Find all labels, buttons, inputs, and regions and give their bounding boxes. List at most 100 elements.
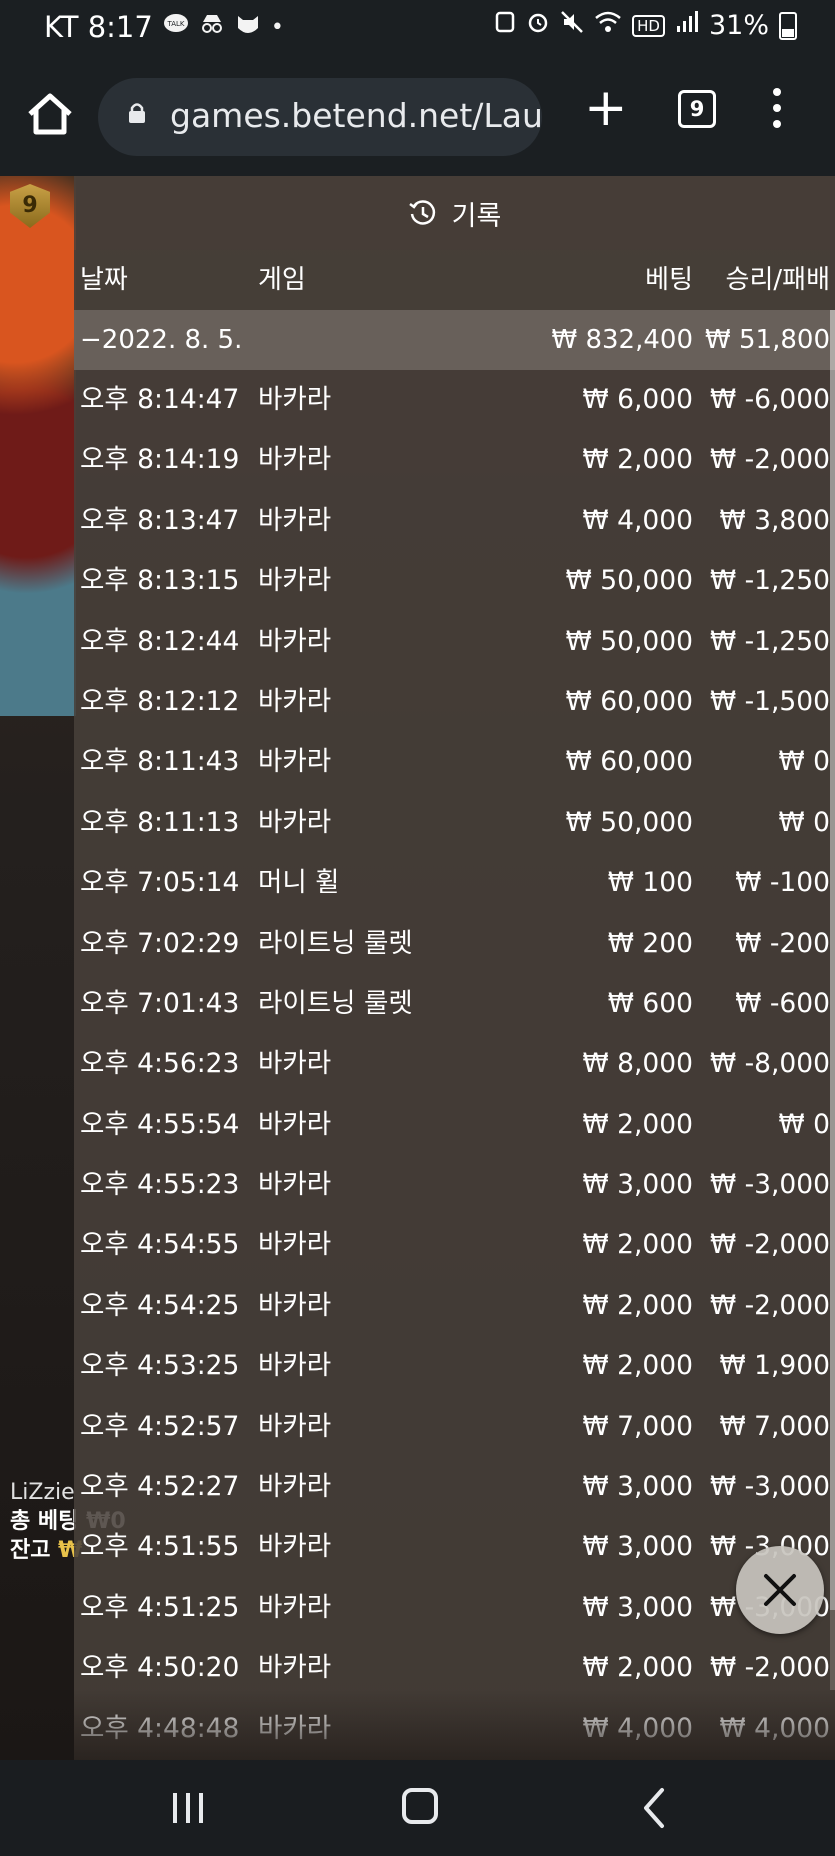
group-total-winloss: ₩ 51,800: [705, 325, 830, 355]
talk-icon-label: TALK: [166, 20, 184, 28]
more-menu-button[interactable]: [770, 88, 784, 132]
alarm-icon: [526, 10, 550, 41]
row-result: ₩ -3,000: [709, 1169, 830, 1201]
status-left: KT 8:17 TALK •: [44, 10, 284, 44]
row-bet: ₩ 2,000: [582, 1229, 694, 1261]
history-row[interactable]: 오후 7:05:14 머니 휠 ₩ 100 ₩ -100: [74, 853, 835, 913]
total-bet-label: 총 베팅: [10, 1509, 79, 1534]
history-row[interactable]: 오후 4:53:25 바카라 ₩ 2,000 ₩ 1,900: [74, 1336, 835, 1396]
history-row[interactable]: 오후 8:12:12 바카라 ₩ 60,000 ₩ -1,500: [74, 672, 835, 732]
close-button[interactable]: [736, 1546, 824, 1634]
signal-icon: [675, 10, 699, 41]
tab-switcher-button[interactable]: 9: [678, 90, 716, 128]
home-button[interactable]: [24, 88, 76, 140]
row-game: 바카라: [258, 1169, 332, 1201]
row-bet: ₩ 60,000: [565, 685, 693, 717]
game-artwork: 9: [0, 176, 76, 716]
history-row[interactable]: 오후 4:51:55바카라₩ 3,000₩ -3,000: [74, 1517, 835, 1577]
row-time: 오후 8:12:44: [80, 625, 240, 657]
history-row[interactable]: 오후 8:13:15 바카라 ₩ 50,000 ₩ -1,250: [74, 551, 835, 611]
history-row[interactable]: 오후 4:54:25 바카라 ₩ 2,000 ₩ -2,000: [74, 1276, 835, 1336]
history-panel: 기록 날짜 게임 베팅 승리/패배 −2022. 8. 5. ₩ 832,400…: [74, 176, 835, 1760]
row-time: 오후 4:53:25: [80, 1350, 240, 1382]
history-row[interactable]: 오후 4:55:23 바카라 ₩ 3,000 ₩ -3,000: [74, 1155, 835, 1215]
bottom-fade: [74, 1690, 835, 1760]
row-game: 바카라: [258, 1229, 332, 1261]
row-game: 바카라: [258, 1108, 332, 1140]
row-result: ₩ -2,000: [709, 1229, 830, 1261]
history-row[interactable]: 오후 8:11:13 바카라 ₩ 50,000 ₩ 0: [74, 793, 835, 853]
history-row[interactable]: 오후 8:11:43 바카라 ₩ 60,000 ₩ 0: [74, 732, 835, 792]
history-row[interactable]: 오후 8:12:44 바카라 ₩ 50,000 ₩ -1,250: [74, 612, 835, 672]
row-bet: ₩ 50,000: [565, 565, 693, 597]
row-result: ₩ -200: [735, 927, 830, 959]
menu-dot: [773, 88, 781, 96]
history-row[interactable]: 오후 4:52:57 바카라 ₩ 7,000 ₩ 7,000: [74, 1397, 835, 1457]
row-time: 오후 4:52:27: [80, 1471, 240, 1503]
row-time: 오후 4:54:25: [80, 1289, 240, 1321]
home-icon: [28, 93, 72, 135]
row-time: 오후 8:13:15: [80, 565, 240, 597]
row-time: 오후 8:12:12: [80, 685, 240, 717]
row-result: ₩ -2,000: [709, 1289, 830, 1321]
row-game: 바카라: [258, 565, 332, 597]
row-bet: ₩ 60,000: [565, 746, 693, 778]
history-row[interactable]: 오후 8:13:47 바카라 ₩ 4,000 ₩ 3,800: [74, 491, 835, 551]
row-time: 오후 8:14:47: [80, 384, 240, 415]
battery-percent: 31%: [708, 10, 769, 41]
row-bet: ₩ 6,000: [582, 384, 694, 415]
new-tab-button[interactable]: +: [584, 82, 628, 134]
row-result: ₩ -6,000: [709, 384, 830, 415]
column-winloss: 승리/패배: [725, 265, 830, 295]
address-bar[interactable]: games.betend.net/Lau: [98, 78, 542, 156]
menu-dot: [773, 120, 781, 128]
history-row[interactable]: 오후 4:55:54 바카라 ₩ 2,000 ₩ 0: [74, 1095, 835, 1155]
row-result: ₩ 0: [778, 1108, 831, 1140]
scrollbar-thumb[interactable]: [830, 310, 835, 1610]
row-game: 머니 휠: [258, 867, 340, 899]
history-row[interactable]: 오후 7:02:29 라이트닝 룰렛 ₩ 200 ₩ -200: [74, 914, 835, 974]
incognito-icon: [199, 13, 225, 41]
status-bar: KT 8:17 TALK • HD 31%: [0, 0, 835, 62]
row-result: ₩ -1,250: [709, 625, 830, 657]
history-row[interactable]: 오후 4:51:25바카라₩ 3,000₩ -3,000: [74, 1578, 835, 1638]
row-result: ₩ -1,500: [709, 685, 830, 717]
row-result: ₩ -2,000: [709, 444, 830, 476]
row-game: 바카라: [258, 685, 332, 717]
row-time: 오후 4:51:25: [80, 1591, 240, 1623]
date-group-row[interactable]: −2022. 8. 5. ₩ 832,400 ₩ 51,800: [74, 310, 835, 370]
menu-dot: [773, 104, 781, 112]
history-row[interactable]: 오후 8:14:19 바카라 ₩ 2,000 ₩ -2,000: [74, 430, 835, 490]
history-clock-icon: [408, 200, 435, 225]
row-game: 바카라: [258, 1410, 332, 1442]
history-row[interactable]: 오후 4:52:27 바카라 ₩ 3,000 ₩ -3,000: [74, 1457, 835, 1517]
row-time: 오후 7:02:29: [80, 927, 240, 959]
history-row[interactable]: 오후 4:54:55 바카라 ₩ 2,000 ₩ -2,000: [74, 1215, 835, 1275]
row-game: 라이트닝 룰렛: [258, 987, 413, 1019]
row-bet: ₩ 4,000: [582, 504, 694, 536]
row-result: ₩ 7,000: [719, 1410, 831, 1442]
history-row[interactable]: 오후 4:56:23 바카라 ₩ 8,000 ₩ -8,000: [74, 1034, 835, 1094]
row-bet: ₩ 2,000: [582, 444, 694, 476]
row-time: 오후 7:05:14: [80, 867, 240, 899]
battery-icon: [779, 11, 797, 40]
nav-home-button[interactable]: [402, 1788, 438, 1824]
history-row[interactable]: 오후 7:01:43 라이트닝 룰렛 ₩ 600 ₩ -600: [74, 974, 835, 1034]
column-bet: 베팅: [645, 265, 693, 295]
row-bet: ₩ 50,000: [565, 625, 693, 657]
row-bet: ₩ 3,000: [582, 1471, 694, 1503]
row-bet: ₩ 100: [607, 867, 693, 899]
browser-toolbar: games.betend.net/Lau + 9: [0, 62, 835, 176]
dnd-icon: [494, 10, 516, 41]
row-game: 바카라: [258, 1289, 332, 1321]
back-button[interactable]: [640, 1786, 670, 1830]
mute-icon: [560, 10, 584, 41]
talk-icon: TALK: [163, 13, 189, 41]
row-bet: ₩ 7,000: [582, 1410, 694, 1442]
history-row[interactable]: 오후 8:14:47 바카라 ₩ 6,000 ₩ -6,000: [74, 370, 835, 430]
recent-apps-button[interactable]: [170, 1790, 206, 1826]
notification-dot-icon: •: [270, 14, 284, 40]
row-bet: ₩ 200: [607, 927, 693, 959]
row-time: 오후 4:54:55: [80, 1229, 240, 1261]
row-game: 바카라: [258, 1048, 332, 1080]
